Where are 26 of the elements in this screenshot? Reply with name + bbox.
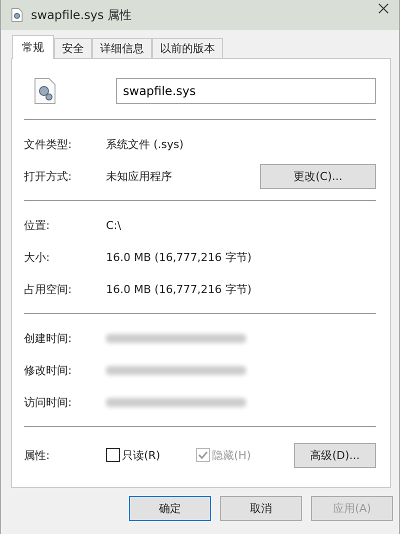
field-label: 创建时间: [24,330,73,346]
tab[interactable]: 以前的版本 [152,38,223,58]
checkbox-label: 隐藏(H) [212,448,251,462]
field-label: 访问时间: [24,394,73,410]
field-value: 16.0 MB (16,777,216 字节) [106,250,253,264]
dialog-button[interactable]: 取消 [220,496,302,521]
tab[interactable]: 安全 [54,38,92,58]
field-value: C:\ [106,218,122,232]
field-label: 打开方式: [24,168,73,184]
field-label: 位置: [24,218,51,232]
field-label: 大小: [24,250,51,264]
dialog-button[interactable]: 确定 [129,496,211,521]
change-button[interactable]: 更改(C)... [260,164,376,188]
field-value: 16.0 MB (16,777,216 字节) [106,282,253,296]
field-value: 系统文件 (.sys) [106,136,185,152]
tab[interactable]: 详细信息 [92,38,152,58]
advanced-button[interactable]: 高级(D)... [294,442,376,468]
checkbox-label: 只读(R) [122,448,160,462]
field-label: 修改时间: [24,362,73,378]
field-label: 文件类型: [24,136,73,152]
file-name-field[interactable]: swapfile.sys [116,78,376,104]
field-label: 属性: [24,448,51,462]
tab[interactable]: 常规 [12,35,54,59]
field-value: 未知应用程序 [106,168,173,184]
field-label: 占用空间: [24,282,73,296]
window-title: swapfile.sys 属性 [31,6,133,24]
